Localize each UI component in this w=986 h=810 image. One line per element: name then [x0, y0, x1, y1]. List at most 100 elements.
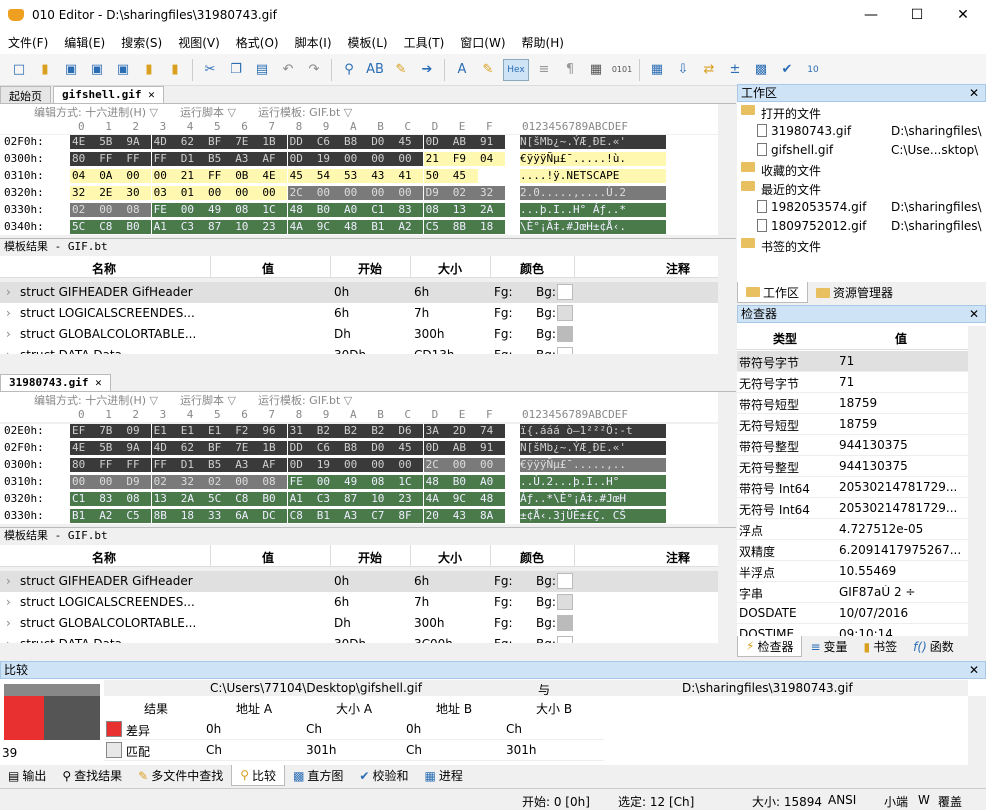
hex-byte[interactable]: 21	[423, 152, 451, 166]
hex-byte[interactable]: D0	[369, 441, 397, 455]
hex-byte[interactable]: 2D	[450, 424, 478, 438]
hex-byte[interactable]: 80	[70, 152, 97, 166]
replace-icon[interactable]: AB	[364, 59, 386, 81]
hex-byte[interactable]: 83	[396, 203, 424, 217]
hex-byte[interactable]: 19	[314, 152, 342, 166]
hex-byte[interactable]: 21	[178, 169, 206, 183]
hex-byte[interactable]: FE	[151, 203, 179, 217]
hex-byte[interactable]: A1	[151, 220, 179, 234]
hex-byte[interactable]: 9C	[314, 220, 342, 234]
inspector-row[interactable]: 无符号字节 71	[737, 372, 968, 393]
bottom-template-hscrollbar[interactable]	[0, 643, 718, 659]
expand-chevron-icon[interactable]: ›	[6, 327, 11, 341]
redo-icon[interactable]: ↷	[303, 59, 325, 81]
hex-byte[interactable]: 00	[178, 203, 206, 217]
status-endian[interactable]: 小端	[884, 793, 908, 810]
hex-row[interactable]: 0320h: 32 2E 30 03 01 00 00 00 2C 00 00 00 00 D9 02 32 2.…	[0, 186, 718, 200]
hex-byte[interactable]: AF	[260, 152, 288, 166]
inspector-row[interactable]: 无符号 Int64 20530214781729...	[737, 498, 968, 519]
hex-byte[interactable]: FF	[206, 169, 233, 183]
hex-byte[interactable]: 91	[478, 135, 505, 149]
hex-byte[interactable]: DD	[287, 135, 315, 149]
hex-byte[interactable]: FF	[124, 458, 152, 472]
ascii-text[interactable]: 2.0.....,....Ù.2	[520, 186, 666, 200]
save-as-icon[interactable]: ▣	[86, 59, 108, 81]
hex-byte[interactable]: 00	[124, 169, 152, 183]
tab-checksum[interactable]: ✔ 校验和	[351, 765, 416, 786]
hex-byte[interactable]: 48	[342, 220, 369, 234]
new-file-icon[interactable]: □	[8, 59, 30, 81]
hex-byte[interactable]: 4E	[260, 169, 288, 183]
hex-byte[interactable]: C8	[97, 220, 125, 234]
top-hex-view[interactable]: 02F0h: 4E 5B 9A 4D 62 BF 7E 1B DD C6 B8 D0 45 0D AB 91 N[…	[0, 135, 718, 235]
hex-byte[interactable]: A2	[97, 509, 125, 523]
hex-byte[interactable]: 10	[233, 220, 261, 234]
hex-byte[interactable]: C8	[287, 509, 315, 523]
hex-byte[interactable]: C8	[233, 492, 261, 506]
bg-color-swatch[interactable]	[557, 284, 573, 300]
hex-byte[interactable]: AB	[450, 441, 478, 455]
ascii-text[interactable]: \È°¡Ã‡.#JœH±¢Å‹.	[520, 220, 666, 234]
hex-byte[interactable]: 08	[260, 475, 288, 489]
maximize-button[interactable]: ☐	[894, 0, 940, 30]
hex-byte[interactable]: AB	[450, 135, 478, 149]
hex-byte[interactable]: 19	[314, 458, 342, 472]
hex-byte[interactable]: 49	[206, 203, 233, 217]
paste-icon[interactable]: ▤	[251, 59, 273, 81]
top-hex-scrollbar[interactable]	[718, 104, 736, 235]
hex-byte[interactable]: 74	[478, 424, 505, 438]
hex-byte[interactable]: 00	[342, 186, 369, 200]
hex-byte[interactable]: A0	[478, 475, 505, 489]
hex-byte[interactable]: 87	[342, 492, 369, 506]
hex-byte[interactable]: DC	[260, 509, 288, 523]
compare-scrollbar[interactable]	[968, 696, 986, 765]
inspector-row[interactable]: DOSTIME 09:10:14	[737, 624, 968, 636]
hex-byte[interactable]: 49	[342, 475, 369, 489]
hex-byte[interactable]: 1B	[260, 135, 288, 149]
menu-file[interactable]: 文件(F)	[0, 34, 56, 51]
recent-group[interactable]: 最近的文件	[737, 179, 986, 198]
hex-byte[interactable]: 04	[478, 152, 505, 166]
status-encoding[interactable]: ANSI	[828, 793, 856, 807]
hex-byte[interactable]: 5C	[70, 220, 97, 234]
ascii-text[interactable]: €ÿÿÿÑµ£¯.....,..	[520, 458, 666, 472]
hex-row[interactable]: 0330h: 02 00 08 FE 00 49 08 1C 48 B0 A0 C1 83 08 13 2A..…	[0, 203, 718, 217]
hex-byte[interactable]: A0	[342, 203, 369, 217]
template-row[interactable]: ›struct DATA Data30DhCD13hFg:Bg:	[0, 345, 718, 354]
hex-byte[interactable]: 03	[151, 186, 179, 200]
hex-byte[interactable]: B2	[369, 424, 397, 438]
hex-byte[interactable]: 13	[450, 203, 478, 217]
hex-mode-button[interactable]: Hex	[503, 58, 529, 81]
ascii-text[interactable]: N[šMb¿~.ÝÆ¸ÐE.«'	[520, 135, 666, 149]
hex-byte[interactable]: D9	[423, 186, 451, 200]
ascii-text[interactable]: Áƒ..*\È°¡Ã‡.#JœH	[520, 492, 666, 506]
hex-byte[interactable]: 00	[369, 458, 397, 472]
undo-icon[interactable]: ↶	[277, 59, 299, 81]
hex-byte[interactable]: C7	[369, 509, 397, 523]
hex-row[interactable]: 0310h: 04 0A 00 00 21 FF 0B 4E 45 54 53 43 41 50 45....…	[0, 169, 718, 183]
hex-byte[interactable]: C5	[124, 509, 152, 523]
save-icon[interactable]: ▣	[60, 59, 82, 81]
close-button[interactable]: ✕	[940, 0, 986, 30]
tab-functions[interactable]: f() 函数	[905, 636, 962, 657]
ascii-text[interactable]: ..Ù.2...þ.I..H°	[520, 475, 666, 489]
hex-byte[interactable]: 91	[478, 441, 505, 455]
hex-byte[interactable]: A1	[287, 492, 315, 506]
close-panel-icon[interactable]: ✕	[969, 306, 979, 322]
calculator-icon[interactable]: ▦	[646, 59, 668, 81]
compare-row[interactable]: 匹配 Ch 301h Ch 301h	[104, 740, 604, 761]
hex-byte[interactable]: 2E	[97, 186, 125, 200]
hex-byte[interactable]: DD	[287, 441, 315, 455]
hex-byte[interactable]: FE	[287, 475, 315, 489]
open-files-group[interactable]: 打开的文件	[737, 103, 986, 122]
inspector-row[interactable]: 双精度 6.2091417975267...	[737, 540, 968, 561]
hex-byte[interactable]: 0B	[233, 169, 261, 183]
hex-byte[interactable]: 53	[342, 169, 369, 183]
hex-row[interactable]: 0310h: 00 00 D9 02 32 02 00 08 FE 00 49 08 1C 48 B0 A0..…	[0, 475, 718, 489]
hex-byte[interactable]: 0D	[423, 135, 451, 149]
hex-byte[interactable]: 3A	[423, 424, 451, 438]
template-row[interactable]: › struct GLOBALCOLORTABLE... Dh 300h Fg: Bg:	[0, 324, 718, 345]
hex-byte[interactable]: 0D	[423, 441, 451, 455]
hex-byte[interactable]: 48	[478, 492, 505, 506]
run-template-dropdown[interactable]: 运行模板: GIF.bt ▽	[258, 392, 352, 408]
